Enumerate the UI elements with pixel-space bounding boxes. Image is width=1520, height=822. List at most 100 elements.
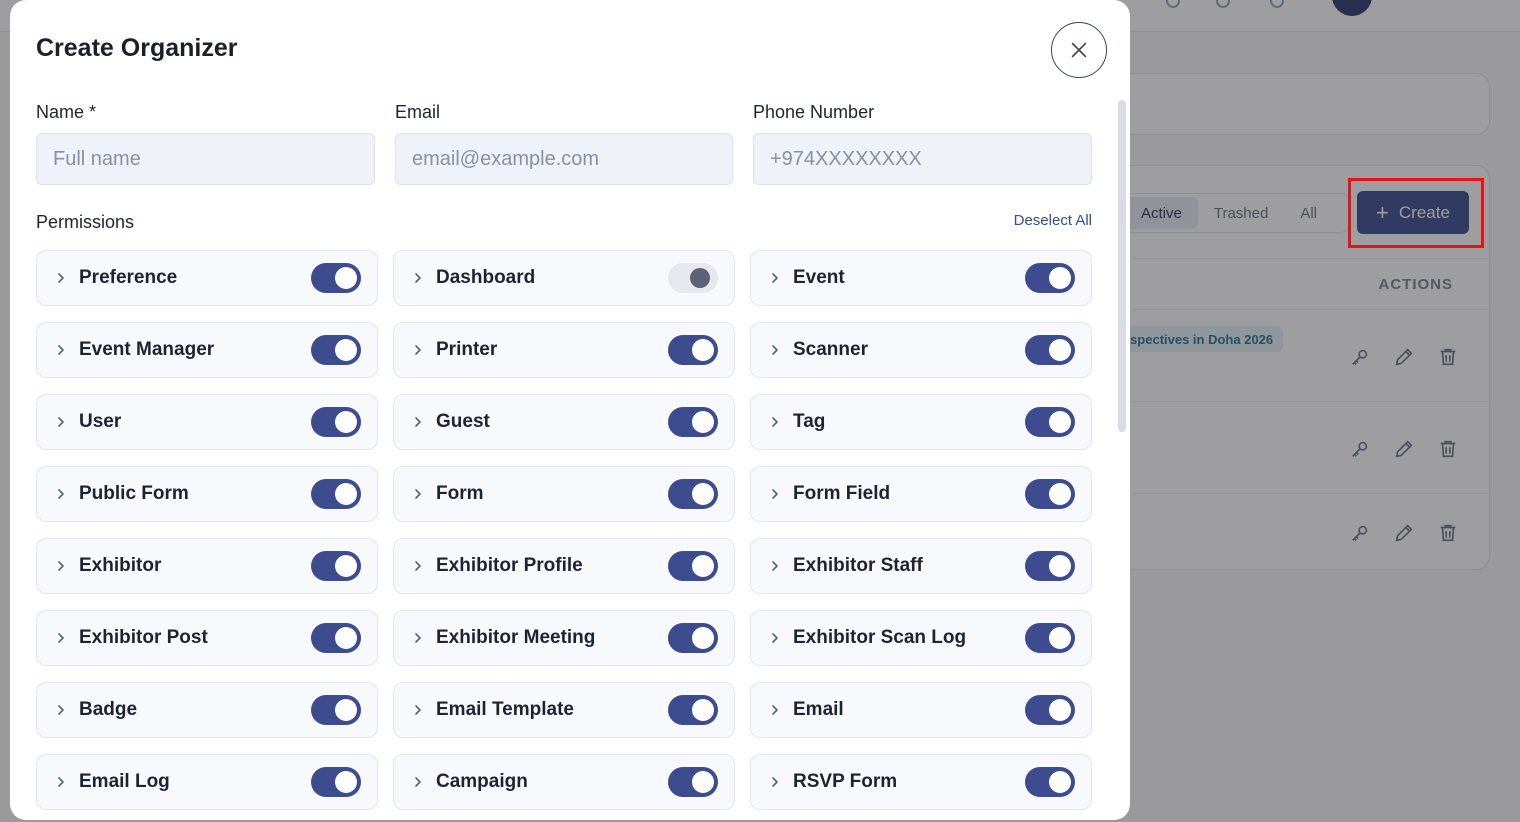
permission-label: Exhibitor Profile [436,555,583,576]
permission-toggle[interactable] [311,479,361,509]
chevron-right-icon[interactable] [412,632,424,644]
permission-toggle[interactable] [1025,623,1075,653]
chevron-right-icon[interactable] [412,272,424,284]
permission-item[interactable]: Email [750,682,1092,738]
permission-toggle[interactable] [1025,263,1075,293]
permission-label: Event [793,267,845,288]
modal-title: Create Organizer [36,34,238,62]
chevron-right-icon[interactable] [769,776,781,788]
permission-item[interactable]: Form Field [750,466,1092,522]
permission-item[interactable]: Badge [36,682,378,738]
permission-toggle[interactable] [311,551,361,581]
toggle-knob [335,699,357,721]
permission-label: Exhibitor Meeting [436,627,596,648]
chevron-right-icon[interactable] [412,416,424,428]
permission-toggle[interactable] [668,695,718,725]
toggle-knob [692,483,714,505]
toggle-knob [335,627,357,649]
permission-toggle[interactable] [1025,407,1075,437]
chevron-right-icon[interactable] [769,416,781,428]
chevron-right-icon[interactable] [55,488,67,500]
permission-item[interactable]: User [36,394,378,450]
chevron-right-icon[interactable] [769,632,781,644]
chevron-right-icon[interactable] [412,776,424,788]
permission-toggle[interactable] [668,479,718,509]
permission-item[interactable]: Form [393,466,735,522]
permission-item[interactable]: Event Manager [36,322,378,378]
toggle-knob [1049,267,1071,289]
permission-toggle[interactable] [668,623,718,653]
toggle-knob [335,483,357,505]
chevron-right-icon[interactable] [412,488,424,500]
permission-item[interactable]: Public Form [36,466,378,522]
chevron-right-icon[interactable] [769,704,781,716]
permission-item[interactable]: Exhibitor Staff [750,538,1092,594]
permission-toggle[interactable] [311,335,361,365]
permission-item[interactable]: RSVP Form [750,754,1092,810]
permission-label: Dashboard [436,267,536,288]
permission-item[interactable]: Printer [393,322,735,378]
permission-toggle[interactable] [1025,551,1075,581]
chevron-right-icon[interactable] [769,488,781,500]
permission-toggle[interactable] [668,335,718,365]
permission-label: Guest [436,411,490,432]
permission-item[interactable]: Preference [36,250,378,306]
permission-item[interactable]: Event [750,250,1092,306]
toggle-knob [335,339,357,361]
phone-input[interactable] [753,133,1092,185]
name-input[interactable] [36,133,375,185]
permission-toggle[interactable] [1025,479,1075,509]
permission-item[interactable]: Dashboard [393,250,735,306]
permission-toggle[interactable] [311,767,361,797]
permissions-grid: Preference Dashboard Event Event Manager Pri… [36,250,1092,810]
toggle-knob [692,339,714,361]
permission-toggle[interactable] [311,695,361,725]
permission-toggle[interactable] [1025,767,1075,797]
chevron-right-icon[interactable] [55,560,67,572]
permission-toggle[interactable] [668,263,718,293]
toggle-knob [692,771,714,793]
permission-item[interactable]: Email Log [36,754,378,810]
chevron-right-icon[interactable] [412,344,424,356]
permission-item[interactable]: Email Template [393,682,735,738]
email-input[interactable] [395,133,733,185]
permission-item[interactable]: Scanner [750,322,1092,378]
permission-toggle[interactable] [311,623,361,653]
permission-toggle[interactable] [668,767,718,797]
permission-item[interactable]: Campaign [393,754,735,810]
permission-item[interactable]: Tag [750,394,1092,450]
chevron-right-icon[interactable] [55,632,67,644]
chevron-right-icon[interactable] [412,560,424,572]
permission-toggle[interactable] [668,551,718,581]
chevron-right-icon[interactable] [55,416,67,428]
chevron-right-icon[interactable] [769,272,781,284]
permission-toggle[interactable] [311,263,361,293]
close-button[interactable] [1051,22,1107,78]
permission-toggle[interactable] [668,407,718,437]
chevron-right-icon[interactable] [55,344,67,356]
permission-label: Badge [79,699,138,720]
name-field: Name * [36,102,375,185]
chevron-right-icon[interactable] [769,560,781,572]
chevron-right-icon[interactable] [769,344,781,356]
permission-label: Exhibitor Staff [793,555,923,576]
permission-toggle[interactable] [311,407,361,437]
chevron-right-icon[interactable] [55,272,67,284]
chevron-right-icon[interactable] [412,704,424,716]
toggle-knob [1049,627,1071,649]
permission-item[interactable]: Exhibitor Profile [393,538,735,594]
permission-item[interactable]: Exhibitor Post [36,610,378,666]
permission-label: Form Field [793,483,891,504]
modal-scrollbar[interactable] [1118,100,1126,432]
permission-item[interactable]: Guest [393,394,735,450]
deselect-all-link[interactable]: Deselect All [1014,212,1092,229]
chevron-right-icon[interactable] [55,776,67,788]
permission-item[interactable]: Exhibitor Meeting [393,610,735,666]
permission-toggle[interactable] [1025,695,1075,725]
name-label: Name * [36,102,97,122]
permission-item[interactable]: Exhibitor Scan Log [750,610,1092,666]
permission-toggle[interactable] [1025,335,1075,365]
permission-item[interactable]: Exhibitor [36,538,378,594]
email-label: Email [395,102,441,122]
chevron-right-icon[interactable] [55,704,67,716]
